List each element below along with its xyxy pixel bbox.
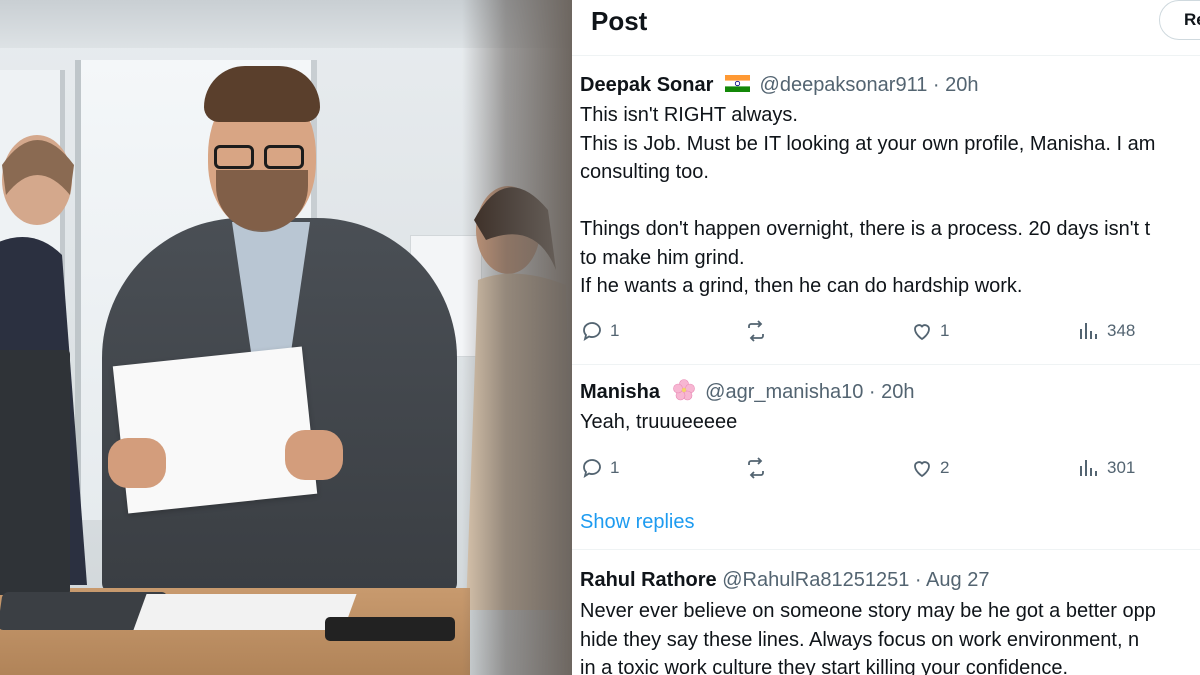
reply-icon <box>583 322 601 341</box>
heart-icon <box>914 461 930 478</box>
separator-dot: · <box>868 381 876 403</box>
smartphone <box>325 617 455 641</box>
like-action[interactable]: 2 <box>910 456 949 480</box>
glasses <box>210 145 308 169</box>
separator-dot: · <box>914 569 922 591</box>
like-action[interactable]: 1 <box>910 319 949 343</box>
analytics-icon <box>1080 323 1097 339</box>
monitor <box>0 350 70 595</box>
repost-icon <box>748 320 764 342</box>
views-action[interactable]: 301 <box>1077 456 1135 480</box>
author-name[interactable]: Manisha <box>580 381 660 403</box>
left-hand <box>108 438 166 488</box>
separator-dot: · <box>932 74 940 96</box>
view-count: 348 <box>1107 321 1136 340</box>
reply-count: 1 <box>610 321 620 340</box>
author-handle[interactable]: @deepaksonar911 <box>760 74 928 96</box>
reply-button[interactable]: Re <box>1159 0 1200 40</box>
timestamp[interactable]: 20h <box>945 74 978 96</box>
tweet-text: This isn't RIGHT always. This is Job. Mu… <box>580 104 1156 297</box>
timestamp[interactable]: Aug 27 <box>926 569 989 591</box>
author-name[interactable]: Rahul Rathore <box>580 569 717 591</box>
reply-action[interactable]: 1 <box>580 456 619 480</box>
reply-tweet[interactable]: Deepak Sonar @deepaksonar911 · 20h This … <box>572 56 1200 365</box>
post-header: Post Re <box>572 0 1200 56</box>
tweet-text: Never ever believe on someone story may … <box>580 600 1156 675</box>
foreground-person-blur <box>462 0 572 675</box>
reply-icon <box>583 459 601 478</box>
view-count: 301 <box>1107 458 1136 477</box>
author-name[interactable]: Deepak Sonar <box>580 74 713 96</box>
right-hand <box>285 430 343 480</box>
india-flag-icon <box>724 75 750 92</box>
like-count: 1 <box>940 321 950 340</box>
repost-action[interactable] <box>744 456 774 480</box>
author-handle[interactable]: @RahulRa81251251 <box>722 569 909 591</box>
repost-action[interactable] <box>744 319 774 343</box>
analytics-icon <box>1080 460 1097 476</box>
page-title: Post <box>591 6 648 36</box>
timestamp[interactable]: 20h <box>881 381 914 403</box>
author-handle[interactable]: @agr_manisha10 <box>705 381 863 403</box>
reply-count: 1 <box>610 458 620 477</box>
heart-icon <box>914 324 930 341</box>
repost-icon <box>748 457 764 479</box>
reply-tweet[interactable]: Manisha @agr_manisha10 · 20h Yeah, truuu… <box>572 365 1200 550</box>
desk-papers <box>133 594 357 630</box>
reply-tweet[interactable]: Rahul Rathore @RahulRa81251251 · Aug 27 … <box>572 550 1200 675</box>
tweet-actions: 1 1 348 <box>580 319 1180 345</box>
show-replies-link[interactable]: Show replies <box>580 511 695 534</box>
tweet-header: Rahul Rathore @RahulRa81251251 · Aug 27 <box>580 567 989 593</box>
tweet-actions: 1 2 301 <box>580 456 1180 482</box>
man-hair <box>204 66 320 122</box>
tweet-header: Manisha @agr_manisha10 · 20h <box>580 378 915 405</box>
tweet-text: Yeah, truuueeeee <box>580 411 738 433</box>
post-panel: Post Re Deepak Sonar @deepaksonar911 · 2… <box>572 0 1200 675</box>
reply-action[interactable]: 1 <box>580 319 619 343</box>
views-action[interactable]: 348 <box>1077 319 1135 343</box>
paper-document <box>112 346 318 514</box>
tweet-header: Deepak Sonar @deepaksonar911 · 20h <box>580 72 979 98</box>
like-count: 2 <box>940 458 950 477</box>
office-photo <box>0 0 572 675</box>
cherry-blossom-icon <box>672 379 695 401</box>
